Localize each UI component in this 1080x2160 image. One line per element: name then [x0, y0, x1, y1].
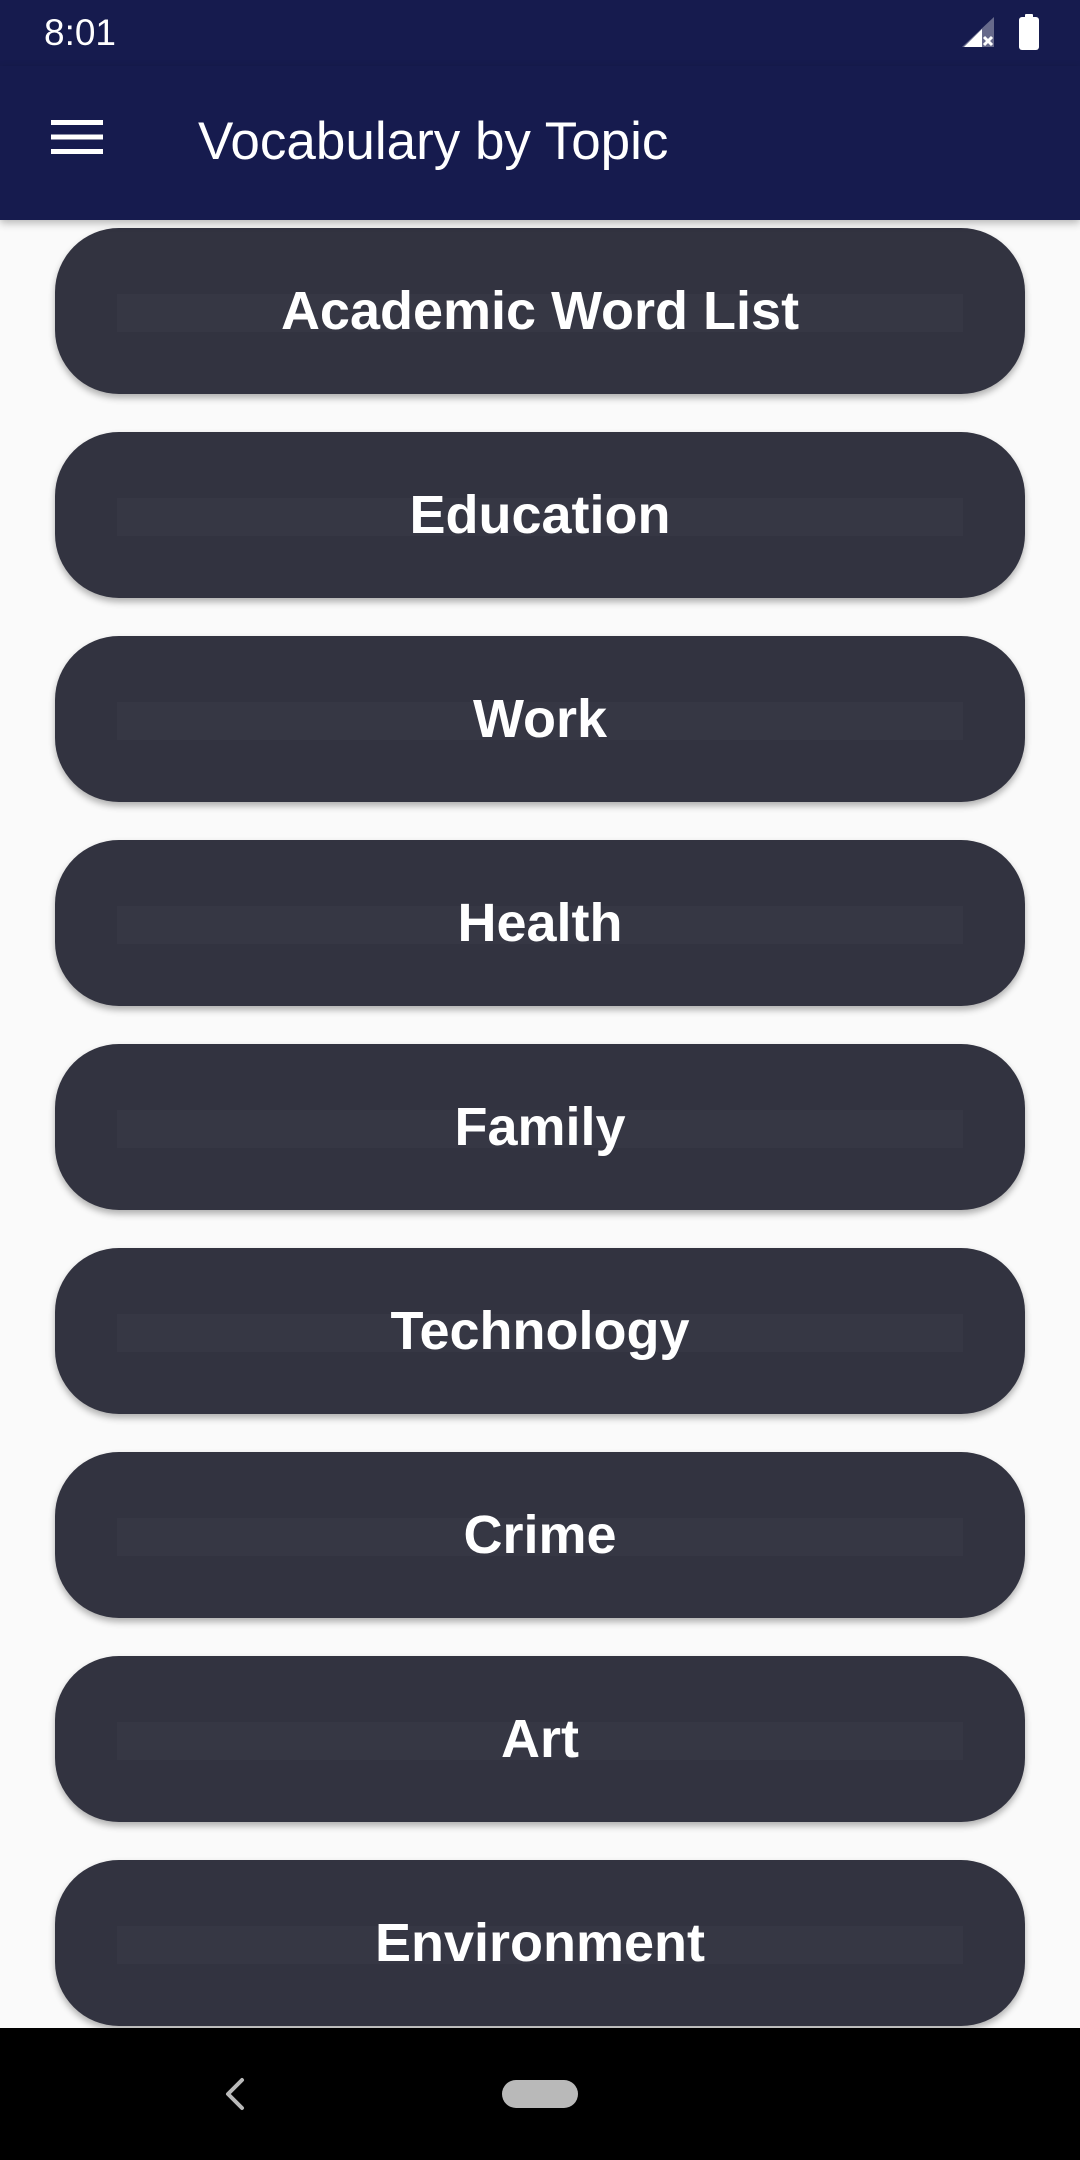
topic-button-health[interactable]: Health	[55, 840, 1025, 1006]
status-bar: 8:01	[0, 0, 1080, 66]
hamburger-menu-icon	[51, 118, 103, 161]
topic-label: Education	[409, 485, 671, 545]
topic-list[interactable]: Academic Word List Education Work Health…	[0, 220, 1080, 2028]
back-chevron-icon[interactable]	[220, 2074, 250, 2114]
home-pill-icon[interactable]	[502, 2080, 578, 2108]
topic-label: Technology	[390, 1301, 690, 1361]
battery-full-icon	[1018, 13, 1040, 55]
topic-label: Environment	[374, 1913, 706, 1973]
topic-label: Academic Word List	[280, 281, 800, 341]
topic-button-crime[interactable]: Crime	[55, 1452, 1025, 1618]
topic-label: Crime	[463, 1505, 617, 1565]
topic-button-family[interactable]: Family	[55, 1044, 1025, 1210]
topic-button-work[interactable]: Work	[55, 636, 1025, 802]
topic-label: Art	[501, 1709, 579, 1769]
topic-button-environment[interactable]: Environment	[55, 1860, 1025, 2026]
screen: 8:01 Vocabulary by Topic Academic Word L…	[0, 0, 1080, 2160]
topic-label: Work	[472, 689, 608, 749]
menu-button[interactable]	[30, 106, 124, 172]
topic-button-academic-word-list[interactable]: Academic Word List	[55, 228, 1025, 394]
navigation-bar	[0, 2028, 1080, 2160]
signal-no-data-icon	[960, 15, 996, 54]
topic-button-technology[interactable]: Technology	[55, 1248, 1025, 1414]
page-title: Vocabulary by Topic	[198, 112, 669, 171]
topic-button-art[interactable]: Art	[55, 1656, 1025, 1822]
status-time: 8:01	[44, 12, 117, 53]
topic-button-education[interactable]: Education	[55, 432, 1025, 598]
app-bar: Vocabulary by Topic	[0, 66, 1080, 220]
topic-label: Health	[457, 893, 623, 953]
topic-label: Family	[454, 1097, 626, 1157]
status-icons	[960, 13, 1040, 55]
